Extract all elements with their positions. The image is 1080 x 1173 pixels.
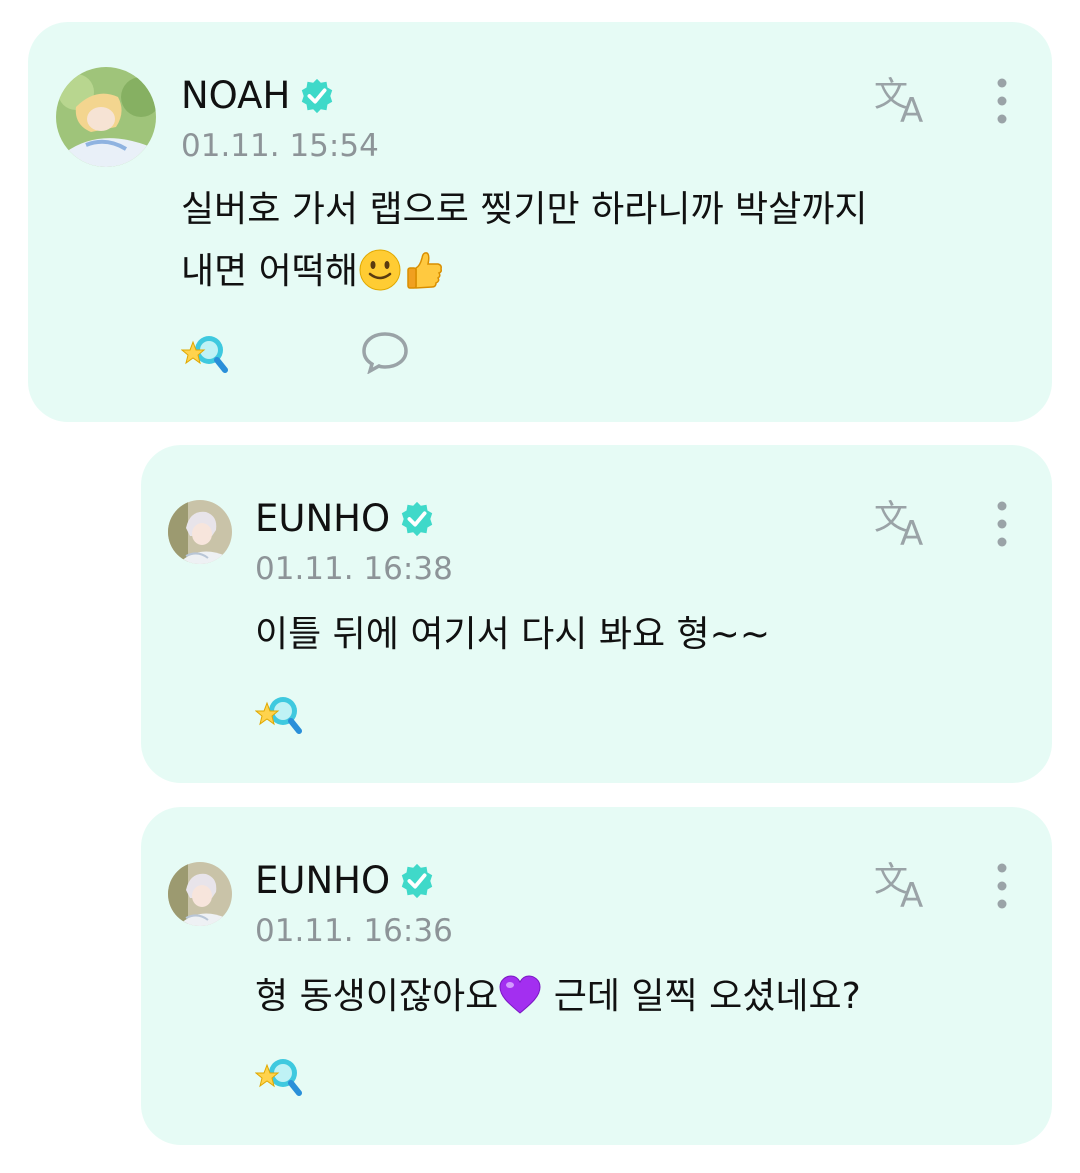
comment-bubble-icon[interactable] (360, 330, 410, 374)
more-vertical-icon[interactable] (992, 500, 1012, 548)
post-text: 실버호 가서 랩으로 찢기만 하라니까 박살까지 내면 어떡해 (181, 189, 868, 292)
post-text: 이틀 뒤에 여기서 다시 봐요 형~~ (255, 614, 770, 655)
translate-icon[interactable]: 文 A (874, 497, 936, 549)
svg-text:A: A (900, 91, 923, 126)
more-vertical-icon[interactable] (992, 862, 1012, 910)
avatar[interactable] (168, 862, 232, 926)
author-name[interactable]: EUNHO (255, 859, 436, 902)
post-card-eunho: EUNHO 01.11. 16:38 이틀 뒤에 여기서 다시 봐요 형~~ 文… (141, 445, 1052, 783)
svg-text:A: A (900, 876, 923, 911)
author-name[interactable]: NOAH (181, 74, 336, 117)
timestamp: 01.11. 15:54 (181, 128, 379, 164)
verified-badge-icon (401, 863, 433, 898)
purple-heart-emoji-icon (499, 975, 541, 1014)
star-reaction-icon[interactable] (181, 332, 231, 374)
star-reaction-icon[interactable] (255, 1055, 305, 1097)
translate-icon[interactable]: 文 A (874, 859, 936, 911)
avatar[interactable] (56, 67, 156, 167)
verified-badge-icon (302, 78, 333, 113)
thumbs-up-emoji-icon (407, 252, 443, 289)
svg-text:A: A (900, 514, 923, 549)
post-card-eunho: EUNHO 01.11. 16:36 형 동생이잖아요 근데 일찍 오셨네요? … (141, 807, 1052, 1145)
post-text: 형 동생이잖아요 근데 일찍 오셨네요? (255, 966, 1035, 1028)
more-vertical-icon[interactable] (992, 77, 1012, 125)
timestamp: 01.11. 16:36 (255, 913, 453, 949)
post-card-noah: NOAH 01.11. 15:54 실버호 가서 랩으로 찢기만 하라니까 박살… (28, 22, 1052, 422)
smiling-face-emoji-icon (359, 249, 401, 291)
avatar[interactable] (168, 500, 232, 564)
star-reaction-icon[interactable] (255, 693, 305, 735)
timestamp: 01.11. 16:38 (255, 551, 453, 587)
verified-badge-icon (401, 501, 433, 536)
translate-icon[interactable]: 文 A (874, 74, 936, 126)
author-name[interactable]: EUNHO (255, 497, 436, 540)
